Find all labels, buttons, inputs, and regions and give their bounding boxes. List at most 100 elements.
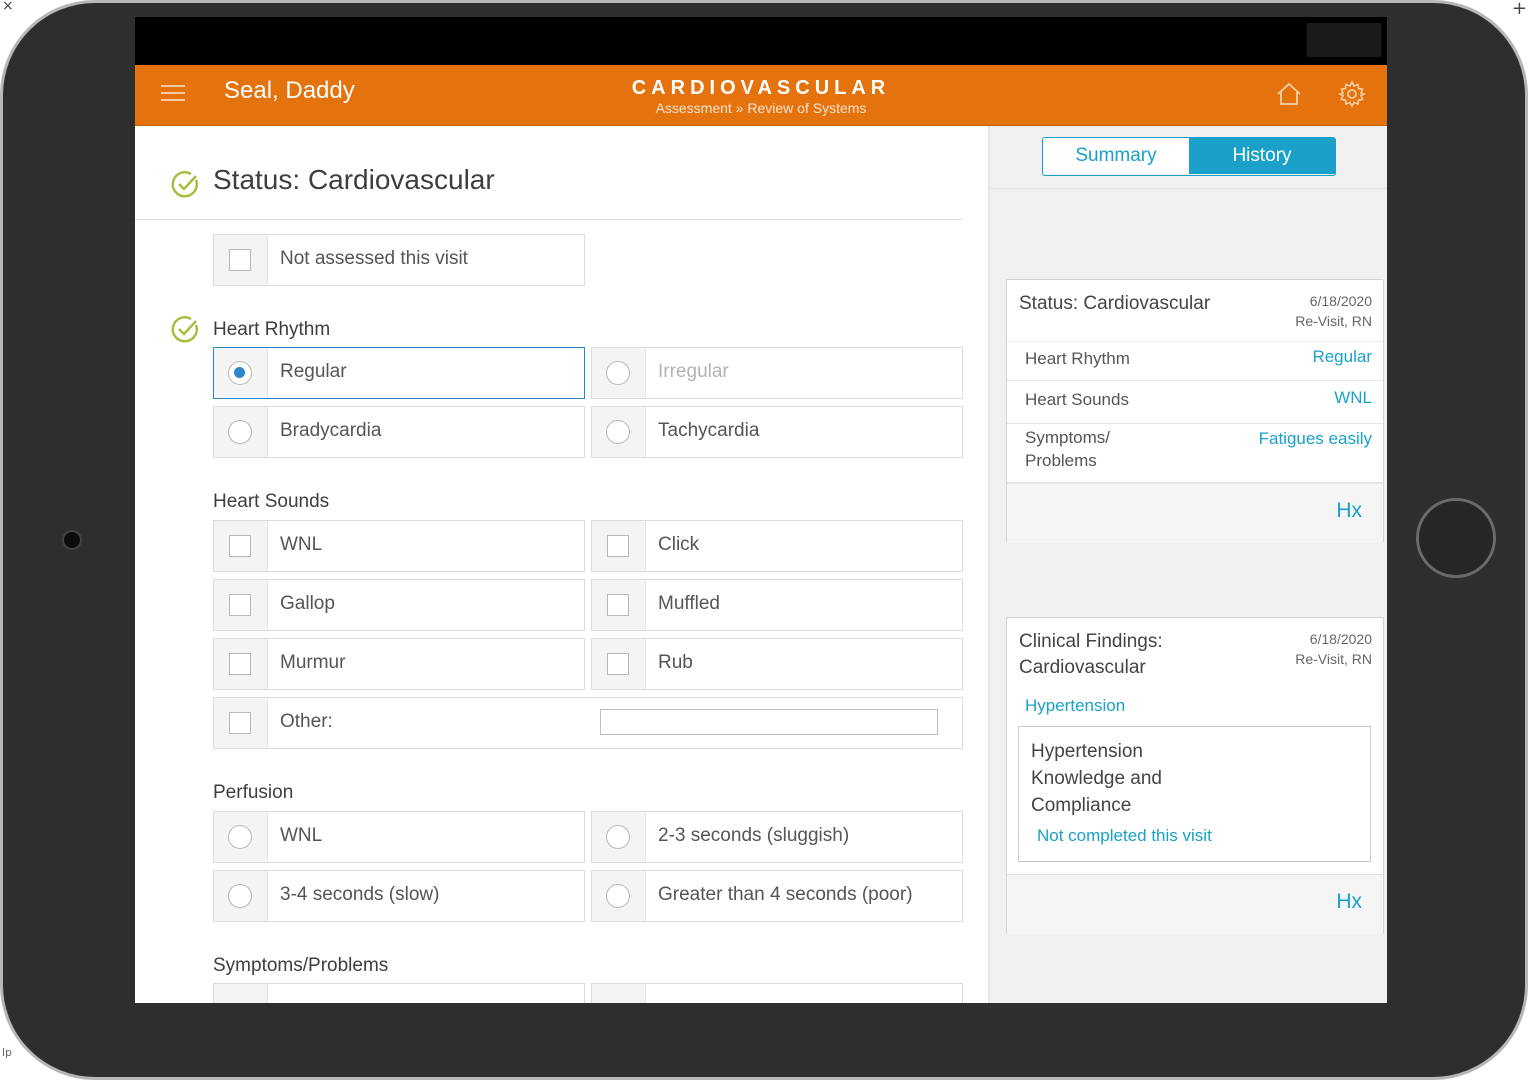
- page-title-block: CARDIOVASCULAR Assessment » Review of Sy…: [135, 77, 1387, 117]
- option-label: Irregular: [658, 361, 729, 382]
- close-icon[interactable]: ×: [2, 0, 14, 14]
- symptoms-label: Symptoms/Problems: [213, 955, 389, 976]
- perfusion-option-sluggish[interactable]: 2-3 seconds (sluggish): [591, 811, 963, 863]
- breadcrumb: Assessment » Review of Systems: [655, 100, 867, 116]
- history-row: Symptoms/ Problems Fatigues easily: [1007, 424, 1383, 483]
- sounds-option-murmur[interactable]: Murmur: [213, 638, 585, 690]
- row-value-link[interactable]: Fatigues easily: [1259, 429, 1372, 449]
- page-title: CARDIOVASCULAR: [631, 77, 891, 99]
- card-footer: Hx: [1007, 874, 1383, 934]
- card-date: 6/18/2020: [1309, 293, 1372, 309]
- checkbox-icon[interactable]: [229, 535, 251, 557]
- radio-icon[interactable]: [228, 884, 252, 908]
- symptoms-option[interactable]: [591, 983, 963, 1003]
- goal-box: Hypertension Knowledge and Compliance No…: [1018, 726, 1371, 862]
- sounds-option-gallop[interactable]: Gallop: [213, 579, 585, 631]
- radio-icon[interactable]: [228, 825, 252, 849]
- card-meta: 6/18/2020 Re-Visit, RN: [1295, 291, 1372, 331]
- hx-link[interactable]: Hx: [1336, 890, 1362, 914]
- sounds-option-other[interactable]: Other:: [213, 697, 963, 749]
- option-label: Other:: [280, 711, 333, 732]
- gear-icon[interactable]: [1338, 80, 1366, 108]
- option-label: Regular: [280, 361, 347, 382]
- perfusion-option-wnl[interactable]: WNL: [213, 811, 585, 863]
- history-sidebar: Summary History Status: Cardiovascular 6…: [988, 126, 1387, 1003]
- history-row: Heart Rhythm Regular: [1007, 341, 1383, 381]
- heart-rhythm-label: Heart Rhythm: [213, 319, 331, 340]
- checkbox-icon[interactable]: [229, 653, 251, 675]
- corner-label: lp: [2, 1046, 13, 1059]
- option-label: Tachycardia: [658, 420, 760, 441]
- option-label: Muffled: [658, 593, 720, 614]
- other-sound-input[interactable]: [600, 709, 938, 735]
- option-label: WNL: [280, 825, 323, 846]
- card-meta: 6/18/2020 Re-Visit, RN: [1295, 629, 1372, 669]
- rhythm-option-tachycardia[interactable]: Tachycardia: [591, 406, 963, 458]
- radio-selected-icon[interactable]: [228, 361, 252, 385]
- app-header: Seal, Daddy CARDIOVASCULAR Assessment » …: [135, 65, 1387, 126]
- sounds-option-click[interactable]: Click: [591, 520, 963, 572]
- card-visit: Re-Visit, RN: [1295, 651, 1372, 667]
- history-row: Heart Sounds WNL: [1007, 380, 1383, 424]
- sounds-option-wnl[interactable]: WNL: [213, 520, 585, 572]
- radio-icon[interactable]: [606, 420, 630, 444]
- option-label: Bradycardia: [280, 420, 382, 441]
- plus-icon[interactable]: +: [1512, 0, 1527, 19]
- row-value-link[interactable]: WNL: [1334, 388, 1372, 408]
- option-label: WNL: [280, 534, 323, 555]
- findings-history-card: Clinical Findings: Cardiovascular 6/18/2…: [1006, 617, 1384, 934]
- status-indicator: [1307, 23, 1381, 57]
- perfusion-label: Perfusion: [213, 782, 294, 803]
- radio-icon[interactable]: [228, 420, 252, 444]
- hx-link[interactable]: Hx: [1336, 499, 1362, 523]
- option-label: 3-4 seconds (slow): [280, 884, 440, 905]
- section-title: Status: Cardiovascular: [213, 164, 495, 195]
- card-visit: Re-Visit, RN: [1295, 313, 1372, 329]
- checkbox-icon[interactable]: [607, 594, 629, 616]
- card-title: Status: Cardiovascular: [1019, 293, 1211, 314]
- not-assessed-label: Not assessed this visit: [280, 248, 468, 269]
- tab-summary[interactable]: Summary: [1043, 138, 1189, 174]
- sounds-option-rub[interactable]: Rub: [591, 638, 963, 690]
- checkbox-icon[interactable]: [607, 535, 629, 557]
- row-key: Heart Rhythm: [1025, 349, 1130, 368]
- heart-sounds-label: Heart Sounds: [213, 491, 330, 512]
- perfusion-option-slow[interactable]: 3-4 seconds (slow): [213, 870, 585, 922]
- radio-icon[interactable]: [606, 884, 630, 908]
- symptoms-option[interactable]: [213, 983, 585, 1003]
- radio-icon[interactable]: [606, 361, 630, 385]
- checkbox-icon[interactable]: [607, 653, 629, 675]
- finding-link[interactable]: Hypertension: [1025, 696, 1125, 716]
- camera-icon: [62, 530, 82, 550]
- checkbox-icon[interactable]: [229, 712, 251, 734]
- tab-history[interactable]: History: [1189, 138, 1335, 174]
- option-label: Rub: [658, 652, 693, 673]
- status-history-card: Status: Cardiovascular 6/18/2020 Re-Visi…: [1006, 279, 1384, 543]
- card-title: Clinical Findings: Cardiovascular: [1019, 631, 1163, 678]
- option-label: Gallop: [280, 593, 335, 614]
- perfusion-option-poor[interactable]: Greater than 4 seconds (poor): [591, 870, 963, 922]
- goal-status-link[interactable]: Not completed this visit: [1037, 826, 1212, 846]
- option-label: Murmur: [280, 652, 346, 673]
- rhythm-option-irregular[interactable]: Irregular: [591, 347, 963, 399]
- row-value-link[interactable]: Regular: [1312, 347, 1372, 367]
- checkbox-icon[interactable]: [229, 594, 251, 616]
- rhythm-option-regular[interactable]: Regular: [213, 347, 585, 399]
- home-icon[interactable]: [1275, 80, 1303, 108]
- radio-icon[interactable]: [606, 825, 630, 849]
- sounds-option-muffled[interactable]: Muffled: [591, 579, 963, 631]
- goal-title: Hypertension Knowledge and Compliance: [1031, 741, 1162, 816]
- row-key: Heart Sounds: [1025, 390, 1129, 409]
- hardware-home-button[interactable]: [1416, 498, 1496, 578]
- row-key: Symptoms/ Problems: [1025, 428, 1111, 470]
- check-circle-icon: [171, 316, 198, 343]
- option-label: Click: [658, 534, 700, 555]
- divider: [135, 219, 963, 220]
- check-circle-icon: [171, 171, 198, 198]
- not-assessed-checkbox[interactable]: Not assessed this visit: [213, 234, 585, 286]
- rhythm-option-bradycardia[interactable]: Bradycardia: [213, 406, 585, 458]
- assessment-form: Status: Cardiovascular Not assessed this…: [135, 126, 987, 1003]
- card-date: 6/18/2020: [1309, 631, 1372, 647]
- checkbox-icon[interactable]: [229, 249, 251, 271]
- device-status-bar: [135, 17, 1387, 65]
